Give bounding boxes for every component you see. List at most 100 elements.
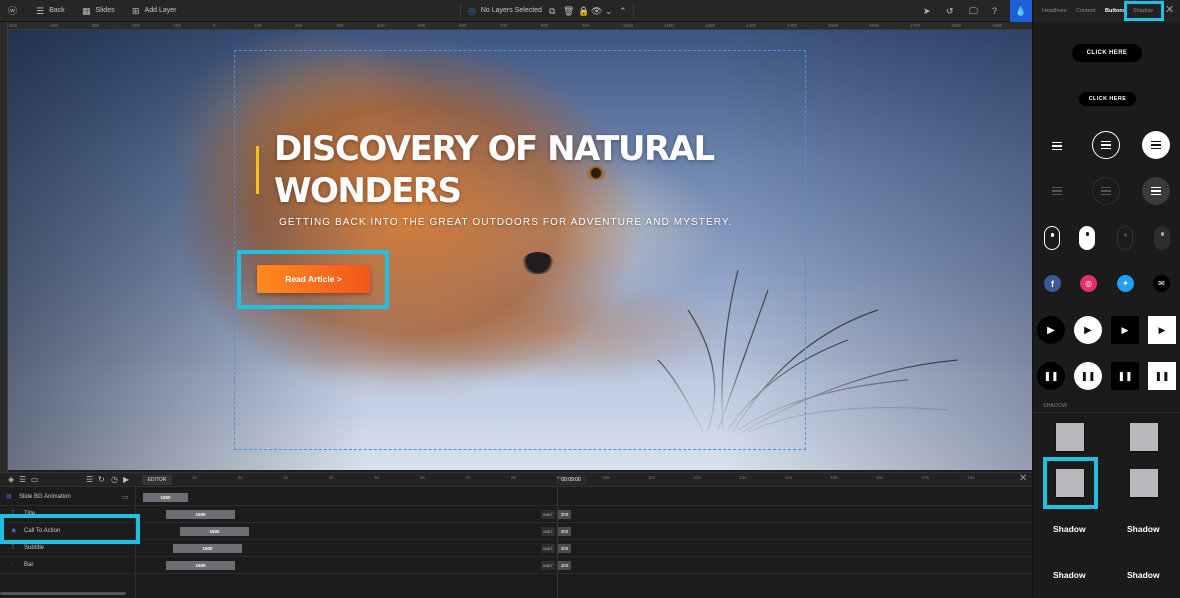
- timeline-second-mark: 15s: [830, 475, 838, 480]
- vertical-ruler: [0, 22, 8, 472]
- help-icon[interactable]: ?: [992, 0, 997, 22]
- ruler-tick: -300: [90, 23, 100, 28]
- email-icon[interactable]: ✉: [1153, 275, 1170, 292]
- list-icon[interactable]: ☰: [19, 475, 26, 484]
- timeline-row-title[interactable]: T Title 1500 WAIT 300: [0, 506, 1032, 523]
- timeline-bar[interactable]: 1500: [173, 544, 242, 553]
- scroll-mouse-icon-outline[interactable]: [1044, 226, 1060, 250]
- timeline-panel: ◈ ☰ ▭ ☰ ↻ ◷ ▶ EDITOR 00:09:00 ✕ 1s 2s 3s 4s…: [0, 472, 1032, 598]
- shadow-preset-4[interactable]: [1130, 469, 1158, 497]
- duplicate-icon[interactable]: ⧉: [549, 0, 555, 22]
- click-here-pill-small[interactable]: CLICK HERE: [1079, 92, 1136, 106]
- pause-icon-dark-circle[interactable]: ❚❚: [1037, 362, 1065, 390]
- shadow-tab-highlight: [1124, 1, 1164, 21]
- tab-headlines[interactable]: Headlines: [1042, 0, 1066, 22]
- style-drop-icon[interactable]: 💧: [1010, 0, 1032, 22]
- style-library-panel: Headlines Content Buttons Shadow ✕ CLICK…: [1032, 0, 1180, 598]
- play-icon-dark-square[interactable]: ▶: [1111, 316, 1139, 344]
- ruler-tick: 1300: [746, 23, 757, 28]
- align-icon[interactable]: ☰: [86, 475, 93, 484]
- cta-highlight-box: [237, 250, 389, 309]
- menu-icon-dim-filled[interactable]: [1142, 177, 1170, 205]
- timeline-row-call-to-action[interactable]: ◉ Call To Action 1500 WAIT 300: [0, 523, 1032, 540]
- ruler-tick: 1100: [664, 23, 674, 28]
- timeline-second-mark: 13s: [739, 475, 747, 480]
- chevron-up-icon[interactable]: ⌃: [619, 0, 627, 22]
- undo-icon[interactable]: ↺: [946, 0, 954, 22]
- scroll-mouse-icon-filled[interactable]: [1079, 226, 1095, 250]
- timeline-bar[interactable]: 1500: [166, 561, 235, 570]
- wordpress-logo-icon[interactable]: ⓦ: [8, 0, 17, 22]
- slides-icon: ▦: [82, 6, 91, 16]
- click-here-pill-large[interactable]: CLICK HERE: [1072, 44, 1142, 62]
- timeline-row-slide-bg[interactable]: ▤ Slide BG Animation ▭ 1000: [0, 489, 1032, 506]
- menu-icon-plain[interactable]: [1047, 132, 1067, 160]
- timeline-row-bar[interactable]: ◌ Bar 1500 WAIT 300: [0, 557, 1032, 574]
- tab-buttons[interactable]: Buttons: [1105, 0, 1126, 22]
- ruler-tick: 1600: [869, 23, 880, 28]
- timeline-second-mark: 3s: [283, 475, 288, 480]
- shadow-text-preset-3[interactable]: Shadow: [1053, 570, 1086, 580]
- add-layer-icon: ⊞: [132, 6, 140, 16]
- shadow-text-preset-4[interactable]: Shadow: [1127, 570, 1160, 580]
- add-layer-button[interactable]: ⊞ Add Layer: [132, 0, 176, 22]
- timeline-row-subtitle[interactable]: T Subtitle 1500 WAIT 300: [0, 540, 1032, 557]
- ruler-tick: 100: [254, 23, 262, 28]
- shadow-preset-2[interactable]: [1130, 423, 1158, 451]
- shadow-text-preset-1[interactable]: Shadow: [1053, 524, 1086, 534]
- scroll-mouse-icon-dark[interactable]: [1154, 226, 1170, 250]
- ruler-tick: -100: [172, 23, 182, 28]
- timeline-scrollbar[interactable]: [0, 592, 126, 595]
- cursor-icon[interactable]: ➤: [923, 0, 931, 22]
- layers-icon[interactable]: ◈: [8, 475, 14, 484]
- slides-button[interactable]: ▦ Slides: [82, 0, 115, 22]
- close-icon[interactable]: ✕: [1165, 3, 1174, 16]
- ruler-tick: 1700: [910, 23, 921, 28]
- instagram-icon[interactable]: ◎: [1080, 275, 1097, 292]
- facebook-icon[interactable]: f: [1044, 275, 1061, 292]
- timer-icon[interactable]: ◷: [111, 475, 118, 484]
- loop-icon[interactable]: ↻: [98, 475, 105, 484]
- lock-icon[interactable]: 🔒: [578, 0, 589, 22]
- scroll-mouse-icon-dim[interactable]: [1117, 226, 1133, 250]
- menu-icon-dim[interactable]: [1047, 177, 1067, 205]
- play-icon[interactable]: ▶: [123, 475, 129, 484]
- visibility-icon[interactable]: 👁: [591, 0, 602, 22]
- timeline-bar[interactable]: 1000: [143, 493, 188, 502]
- menu-icon-outline[interactable]: [1092, 131, 1120, 159]
- back-button[interactable]: ☰ Back: [36, 0, 65, 22]
- tab-content[interactable]: Content: [1076, 0, 1095, 22]
- hero-title[interactable]: DISCOVERY OF NATURAL WONDERS: [274, 128, 744, 212]
- pause-icon-light-circle[interactable]: ❚❚: [1074, 362, 1102, 390]
- play-icon-light-circle[interactable]: ▶: [1074, 316, 1102, 344]
- top-toolbar: ⓦ ☰ Back ▦ Slides ⊞ Add Layer ◎ No Layers Se…: [0, 0, 1180, 22]
- editor-tag[interactable]: EDITOR: [142, 475, 172, 485]
- timeline-header: ◈ ☰ ▭ ☰ ↻ ◷ ▶ EDITOR 00:09:00 ✕ 1s 2s 3s 4s…: [0, 473, 1032, 487]
- close-icon[interactable]: ✕: [1019, 473, 1027, 484]
- shadow-preset-1[interactable]: [1056, 423, 1084, 451]
- ruler-tick: 1200: [705, 23, 716, 28]
- delete-icon[interactable]: 🗑: [563, 0, 574, 22]
- menu-icon-filled[interactable]: [1142, 131, 1170, 159]
- timeline-bar[interactable]: 1500: [166, 510, 235, 519]
- call-to-action-row-highlight: [0, 514, 140, 544]
- folder-icon[interactable]: ▭: [31, 475, 39, 484]
- timeline-second-mark: 11s: [648, 475, 655, 480]
- timeline-bar[interactable]: 1500: [180, 527, 249, 536]
- twitter-icon[interactable]: ✦: [1117, 275, 1134, 292]
- play-icon-dark-circle[interactable]: ▶: [1037, 316, 1065, 344]
- image-icon[interactable]: ▭: [122, 493, 129, 501]
- timeline-second-mark: 8s: [511, 475, 516, 480]
- menu-icon-dim-outline[interactable]: [1092, 177, 1120, 205]
- hero-subtitle[interactable]: GETTING BACK INTO THE GREAT OUTDOORS FOR…: [279, 217, 732, 228]
- slide-canvas[interactable]: DISCOVERY OF NATURAL WONDERS GETTING BAC…: [8, 30, 1032, 470]
- accent-bar-layer[interactable]: [256, 146, 259, 194]
- chevron-down-icon[interactable]: ⌄: [605, 0, 613, 22]
- timeline-second-mark: 1s: [192, 475, 197, 480]
- timeline-second-mark: 6s: [420, 475, 425, 480]
- pause-icon-light-square[interactable]: ❚❚: [1148, 362, 1176, 390]
- desktop-icon[interactable]: 🖵: [969, 0, 978, 22]
- shadow-text-preset-2[interactable]: Shadow: [1127, 524, 1160, 534]
- play-icon-light-square[interactable]: ▶: [1148, 316, 1176, 344]
- pause-icon-dark-square[interactable]: ❚❚: [1111, 362, 1139, 390]
